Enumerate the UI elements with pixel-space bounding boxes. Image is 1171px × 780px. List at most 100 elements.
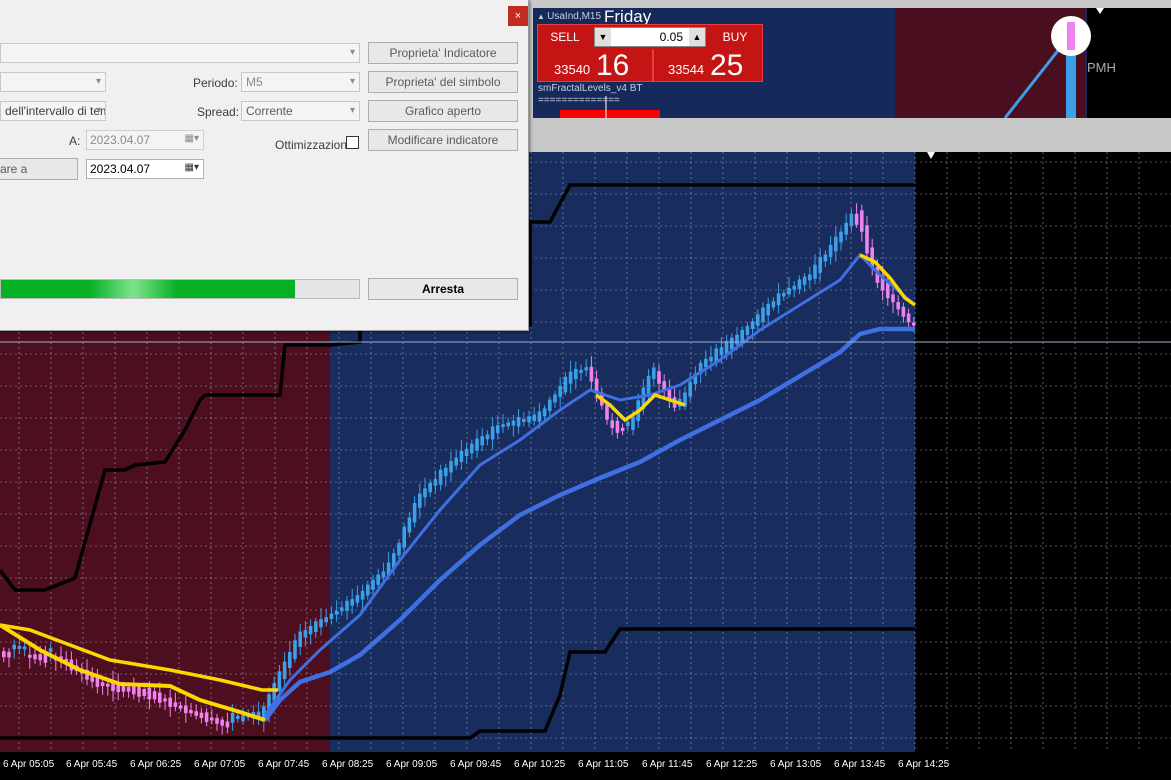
candle-body — [735, 334, 739, 345]
candle-body — [626, 421, 630, 427]
progress-fill — [1, 280, 295, 298]
candle-body — [126, 687, 131, 692]
candle-body — [782, 292, 786, 297]
mini-shift-marker[interactable] — [1096, 8, 1104, 14]
spread-label: Spread: — [197, 105, 240, 119]
candle-body — [319, 619, 323, 628]
candle-body — [522, 419, 526, 422]
strategy-tester-panel: × ▾ ▾ Periodo: M5 ▾ dell'intervallo di te… — [0, 0, 529, 331]
candle-body — [730, 337, 734, 350]
candle-body — [215, 717, 219, 724]
use-date-button[interactable]: are a — [0, 158, 78, 180]
candle-body — [459, 450, 464, 462]
candle-body — [350, 599, 354, 606]
time-tick-label: 6 Apr 07:45 — [258, 759, 310, 770]
candle-body — [277, 671, 282, 691]
candle-body — [345, 600, 349, 611]
candle-body — [542, 408, 547, 417]
time-tick-label: 6 Apr 08:25 — [322, 759, 374, 770]
candle-body — [142, 689, 146, 696]
candle-body — [605, 404, 609, 420]
candle-body — [719, 347, 724, 356]
sell-button[interactable]: SELL — [539, 26, 591, 48]
candle-body — [823, 254, 828, 262]
candle-body — [152, 691, 157, 700]
modify-indicator-button[interactable]: Modificare indicatore — [368, 129, 518, 151]
candle-body — [771, 301, 776, 308]
one-click-trading-panel: SELL ▼ 0.05 ▲ BUY 33540 16 33544 25 — [537, 24, 763, 82]
candle-body — [688, 381, 692, 397]
mini-red-bar — [560, 110, 660, 118]
candle-body — [334, 610, 339, 615]
candle-body — [314, 621, 318, 633]
candle-body — [568, 371, 573, 384]
close-button[interactable]: × — [508, 6, 528, 26]
candle-body — [189, 709, 193, 714]
candle-body — [158, 692, 162, 703]
symbol-properties-button[interactable]: Proprieta' del simbolo — [368, 71, 518, 93]
candle-body — [766, 303, 770, 316]
calendar-icon: ▦▾ — [184, 162, 199, 173]
spread-select[interactable]: Corrente ▾ — [241, 101, 360, 121]
to-date-picker[interactable]: 2023.04.07 ▦▾ — [86, 130, 204, 150]
lot-size-field[interactable]: ▼ 0.05 ▲ — [594, 27, 706, 47]
candle-body — [2, 651, 6, 658]
candle-body — [423, 488, 427, 498]
candle-body — [444, 467, 448, 477]
candle-body — [886, 282, 890, 299]
candle-body — [865, 225, 869, 254]
symbol-select[interactable]: ▾ — [0, 72, 106, 92]
candle-body — [220, 719, 224, 726]
buy-price[interactable]: 33544 25 — [652, 49, 762, 82]
candle-body — [407, 517, 412, 533]
candle-body — [506, 422, 510, 427]
candle-body — [329, 613, 334, 620]
time-tick-label: 6 Apr 07:05 — [194, 759, 246, 770]
candle-body — [371, 579, 375, 590]
lot-size-value: 0.05 — [659, 30, 683, 44]
candle-body — [204, 712, 209, 723]
open-chart-button[interactable]: Grafico aperto — [368, 100, 518, 122]
candle-body — [282, 661, 287, 680]
candle-body — [137, 686, 141, 697]
candle-body — [402, 526, 406, 548]
from-date-value: 2023.04.07 — [90, 162, 151, 176]
indicator-separator: ============== — [538, 95, 620, 106]
lot-increase-button[interactable]: ▲ — [689, 28, 705, 46]
candle-body — [901, 306, 906, 317]
candle-body — [574, 368, 578, 380]
buy-price-big: 25 — [710, 49, 744, 82]
model-select[interactable]: dell'intervallo di tem ▾ — [0, 101, 106, 121]
candle-body — [563, 376, 568, 393]
candle-body — [527, 416, 531, 423]
candle-body — [324, 617, 328, 623]
indicator-select[interactable]: ▾ — [0, 43, 360, 63]
candle-body — [896, 302, 900, 310]
candle-body — [511, 420, 516, 426]
periodo-select[interactable]: M5 ▾ — [241, 72, 360, 92]
from-date-picker[interactable]: 2023.04.07 ▦▾ — [86, 159, 204, 179]
candle-body — [537, 411, 542, 422]
candle-body — [293, 640, 297, 659]
buy-button[interactable]: BUY — [709, 26, 761, 48]
candle-body — [740, 329, 744, 342]
candle-body — [163, 698, 167, 702]
candle-body — [168, 697, 172, 707]
mini-trend-line-2 — [1003, 47, 1062, 118]
candle-body — [298, 631, 302, 647]
candle-body — [808, 274, 812, 281]
candle-body — [475, 438, 479, 451]
indicator-properties-button[interactable]: Proprieta' Indicatore — [368, 42, 518, 64]
candle-body — [454, 457, 458, 466]
a-label: A: — [69, 134, 81, 148]
lot-decrease-button[interactable]: ▼ — [595, 28, 611, 46]
candle-body — [724, 341, 729, 354]
candle-body — [844, 222, 848, 235]
candle-body — [48, 648, 53, 652]
candle-body — [854, 213, 859, 225]
stop-button[interactable]: Arresta — [368, 278, 518, 300]
sell-price[interactable]: 33540 16 — [540, 49, 648, 82]
periodo-label: Periodo: — [193, 76, 238, 90]
window-separator — [528, 118, 1171, 152]
ottimizzazione-checkbox[interactable] — [346, 136, 359, 149]
